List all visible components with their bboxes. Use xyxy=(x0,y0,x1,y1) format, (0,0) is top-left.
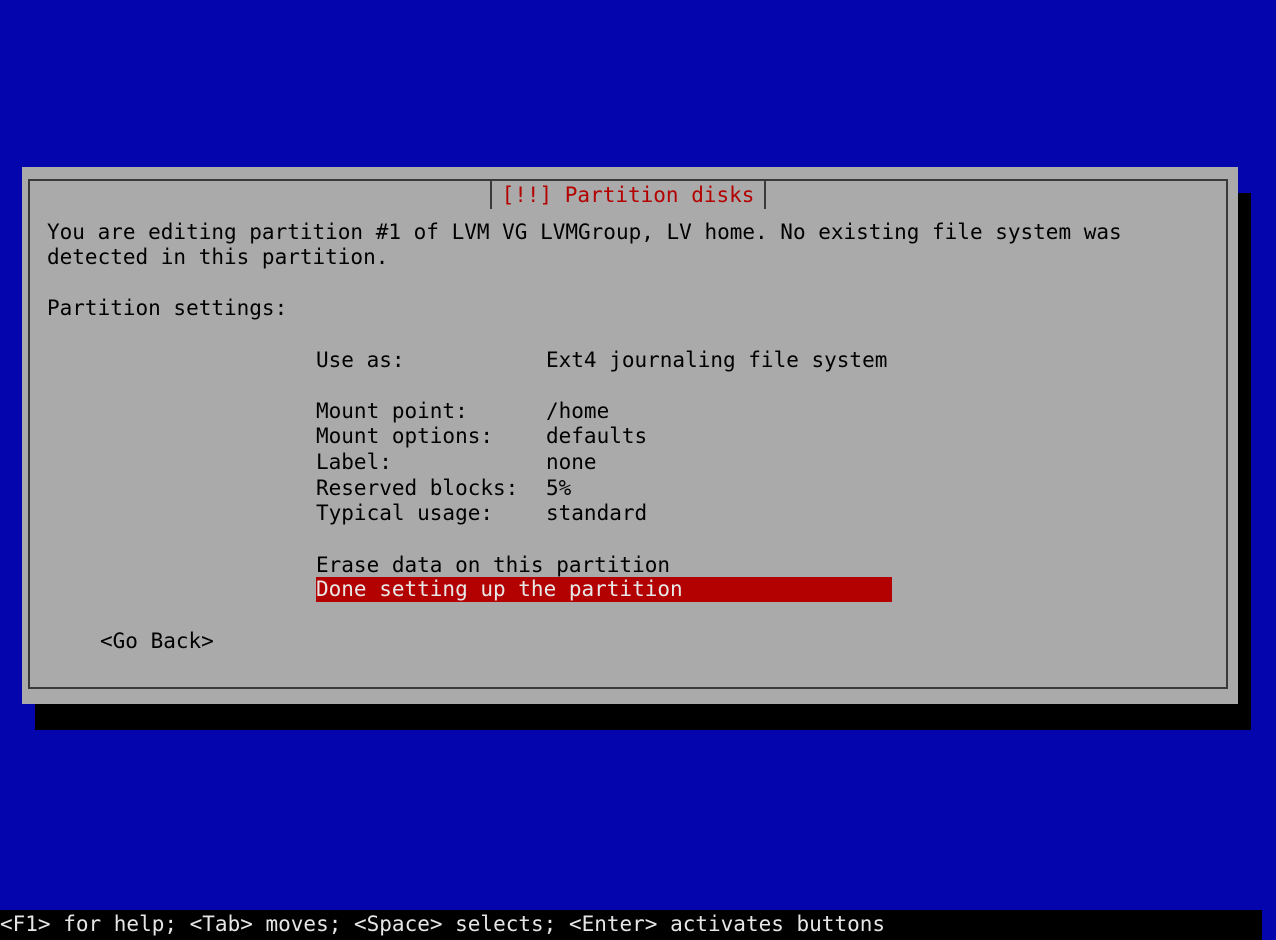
go-back-button[interactable]: <Go Back> xyxy=(100,629,214,655)
setting-label: Use as: xyxy=(316,348,405,372)
help-bar: <F1> for help; <Tab> moves; <Space> sele… xyxy=(0,910,1262,940)
setting-label: Mount options: xyxy=(316,424,494,448)
setting-value: Ext4 journaling file system xyxy=(546,348,888,372)
section-label: Partition settings: xyxy=(47,296,288,320)
setting-value: none xyxy=(546,450,597,474)
message-line-1: You are editing partition #1 of LVM VG L… xyxy=(47,220,1122,244)
erase-data-option[interactable]: Erase data on this partition xyxy=(316,553,670,579)
dialog-title: [!!] Partition disks xyxy=(489,181,767,209)
help-bar-edge xyxy=(1262,910,1276,940)
setting-value: standard xyxy=(546,501,648,525)
dialog-title-bar: [!!] Partition disks xyxy=(30,181,1226,209)
setting-label: Typical usage: xyxy=(316,501,494,525)
setting-value: 5% xyxy=(546,476,572,500)
setting-value: /home xyxy=(546,399,610,423)
setting-value: defaults xyxy=(546,424,648,448)
partition-dialog: [!!] Partition disks You are editing par… xyxy=(22,167,1238,704)
setting-label: Mount point: xyxy=(316,399,468,423)
setting-label: Label: xyxy=(316,450,392,474)
done-setting-up-option[interactable]: Done setting up the partition xyxy=(316,577,892,602)
setting-label: Reserved blocks: xyxy=(316,476,519,500)
message-line-2: detected in this partition. xyxy=(47,245,389,269)
